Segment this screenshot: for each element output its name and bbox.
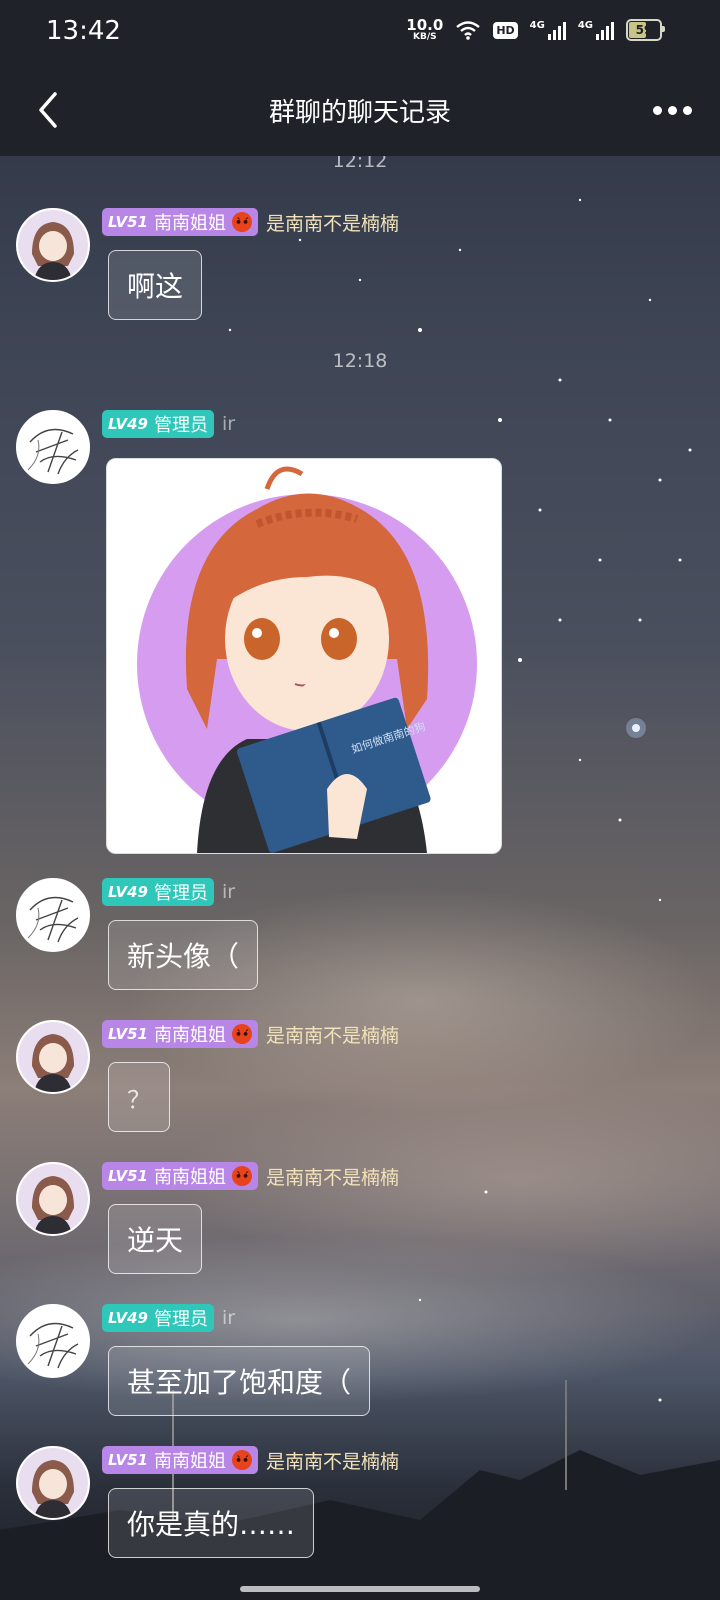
status-icons: 10.0 KB/S HD 4G 4G 59 bbox=[406, 18, 665, 42]
speed-value: 10.0 bbox=[406, 16, 444, 34]
avatar[interactable] bbox=[16, 1446, 90, 1520]
more-menu-button[interactable] bbox=[650, 100, 694, 120]
message-bubble[interactable]: 啊这 bbox=[108, 250, 203, 320]
level-label: LV51 bbox=[108, 1451, 148, 1469]
level-label: LV51 bbox=[108, 1025, 148, 1043]
battery-percent: 59 bbox=[635, 23, 653, 37]
title-label: 南南姐姐 bbox=[153, 1451, 226, 1472]
status-bar: 13:42 10.0 KB/S HD 4G 4G 59 bbox=[0, 0, 720, 64]
message-bubble[interactable]: 新头像（ bbox=[108, 920, 259, 990]
member-title-tag: LV51 南南姐姐 •̀•́ bbox=[102, 1020, 258, 1048]
app-header: 群聊的聊天记录 bbox=[0, 64, 720, 156]
title-label: 南南姐姐 bbox=[153, 1025, 226, 1046]
message-bubble[interactable]: ？ bbox=[108, 1062, 170, 1132]
sender-nickname[interactable]: ir bbox=[222, 1307, 235, 1329]
sender-nickname[interactable]: ir bbox=[222, 881, 235, 903]
network-type-label-2: 4G bbox=[577, 20, 593, 31]
sender-nickname[interactable]: 是南南不是楠楠 bbox=[266, 1447, 399, 1474]
member-title-tag: LV49 管理员 bbox=[102, 878, 214, 906]
level-label: LV49 bbox=[108, 415, 148, 433]
sender-nickname[interactable]: 是南南不是楠楠 bbox=[266, 1163, 399, 1190]
sender-nickname[interactable]: 是南南不是楠楠 bbox=[266, 1021, 399, 1048]
sender-nickname[interactable]: ir bbox=[222, 413, 235, 435]
sender-info: LV49 管理员 ir bbox=[102, 410, 235, 438]
home-indicator[interactable] bbox=[240, 1586, 480, 1592]
title-label: 管理员 bbox=[153, 415, 208, 436]
sender-info: LV51 南南姐姐 •̀•́ 是南南不是楠楠 bbox=[102, 1020, 399, 1048]
status-time: 13:42 bbox=[46, 16, 121, 46]
sender-info: LV49 管理员 ir bbox=[102, 1304, 235, 1332]
message-bubble[interactable]: 你是真的…… bbox=[108, 1488, 315, 1558]
level-label: LV51 bbox=[108, 1167, 148, 1185]
title-label: 南南姐姐 bbox=[153, 1167, 226, 1188]
message-bubble[interactable]: 逆天 bbox=[108, 1204, 203, 1274]
avatar[interactable] bbox=[16, 1304, 90, 1378]
avatar[interactable] bbox=[16, 410, 90, 484]
member-title-tag: LV51 南南姐姐 •̀•́ bbox=[102, 1162, 258, 1190]
network-type-label: 4G bbox=[529, 20, 545, 31]
angry-emoji-icon: •̀•́ bbox=[231, 1450, 252, 1470]
hd-badge-icon: HD bbox=[493, 21, 518, 39]
angry-emoji-icon: •̀•́ bbox=[231, 212, 252, 232]
anime-girl-reading-image: 如何做南南的狗 bbox=[107, 459, 501, 853]
member-title-tag: LV49 管理员 bbox=[102, 1304, 214, 1332]
page-title: 群聊的聊天记录 bbox=[268, 98, 451, 128]
member-title-tag: LV49 管理员 bbox=[102, 410, 214, 438]
battery-icon: 59 bbox=[626, 19, 665, 41]
speed-unit: KB/S bbox=[413, 32, 437, 42]
level-label: LV51 bbox=[108, 213, 148, 231]
level-label: LV49 bbox=[108, 1309, 148, 1327]
network-speed: 10.0 KB/S bbox=[406, 18, 443, 42]
sender-info: LV51 南南姐姐 •̀•́ 是南南不是楠楠 bbox=[102, 208, 399, 236]
more-dots-icon bbox=[652, 105, 662, 115]
title-label: 南南姐姐 bbox=[153, 213, 226, 234]
angry-emoji-icon: •̀•́ bbox=[231, 1024, 252, 1044]
timestamp: 12:18 bbox=[332, 350, 388, 372]
angry-emoji-icon: •̀•́ bbox=[231, 1166, 252, 1186]
member-title-tag: LV51 南南姐姐 •̀•́ bbox=[102, 208, 258, 236]
sender-info: LV51 南南姐姐 •̀•́ 是南南不是楠楠 bbox=[102, 1446, 399, 1474]
sender-nickname[interactable]: 是南南不是楠楠 bbox=[266, 209, 399, 236]
title-label: 管理员 bbox=[153, 1309, 208, 1330]
message-bubble[interactable]: 甚至加了饱和度（ bbox=[108, 1346, 371, 1416]
avatar[interactable] bbox=[16, 1162, 90, 1236]
avatar[interactable] bbox=[16, 1020, 90, 1094]
signal-icon-2: 4G bbox=[578, 20, 614, 40]
wifi-icon bbox=[456, 21, 481, 40]
image-message[interactable]: 如何做南南的狗 bbox=[106, 458, 502, 854]
member-title-tag: LV51 南南姐姐 •̀•́ bbox=[102, 1446, 258, 1474]
avatar[interactable] bbox=[16, 878, 90, 952]
signal-icon: 4G bbox=[530, 20, 566, 40]
avatar[interactable] bbox=[16, 208, 90, 282]
sender-info: LV49 管理员 ir bbox=[102, 878, 235, 906]
sender-info: LV51 南南姐姐 •̀•́ 是南南不是楠楠 bbox=[102, 1162, 399, 1190]
title-label: 管理员 bbox=[153, 883, 208, 904]
level-label: LV49 bbox=[108, 883, 148, 901]
